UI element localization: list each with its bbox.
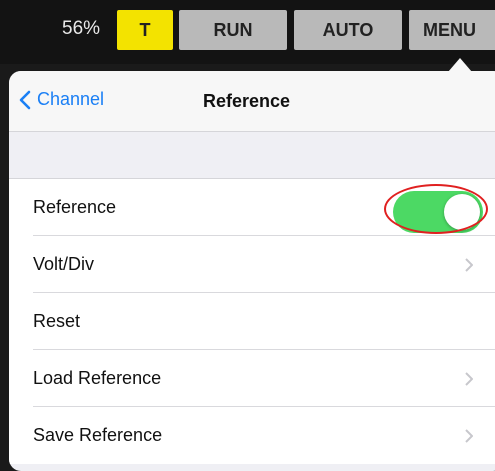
auto-button[interactable]: AUTO — [294, 10, 402, 50]
list-item-label: Reset — [33, 311, 81, 331]
reference-popover: Channel Reference Reference Volt/Div Res… — [9, 71, 495, 471]
menu-button[interactable]: MENU — [409, 10, 495, 50]
chevron-left-icon — [19, 90, 31, 109]
list-item-label: Save Reference — [33, 425, 163, 445]
back-button[interactable]: Channel — [19, 89, 104, 110]
list-item-label: Volt/Div — [33, 254, 95, 274]
list-item-label: Reference — [33, 197, 117, 217]
top-toolbar: 56% T RUN AUTO MENU — [0, 0, 495, 64]
trigger-button[interactable]: T — [117, 10, 173, 50]
highlight-circle — [384, 184, 488, 234]
chevron-right-icon — [465, 372, 473, 386]
list-item-volt-div[interactable]: Volt/Div — [9, 236, 495, 293]
battery-percent: 56% — [62, 18, 101, 39]
chevron-right-icon — [465, 258, 473, 272]
list-item-reference: Reference — [9, 179, 495, 236]
settings-list: Reference Volt/Div Reset Load Reference — [9, 178, 495, 464]
list-item-label: Load Reference — [33, 368, 162, 388]
nav-bar: Channel Reference — [9, 71, 495, 132]
list-item-reset[interactable]: Reset — [9, 293, 495, 350]
run-button[interactable]: RUN — [179, 10, 287, 50]
list-item-save-reference[interactable]: Save Reference — [9, 407, 495, 464]
chevron-right-icon — [465, 429, 473, 443]
popover-arrow — [448, 58, 472, 72]
back-label: Channel — [37, 89, 105, 109]
list-item-load-reference[interactable]: Load Reference — [9, 350, 495, 407]
page-title: Reference — [203, 91, 291, 111]
